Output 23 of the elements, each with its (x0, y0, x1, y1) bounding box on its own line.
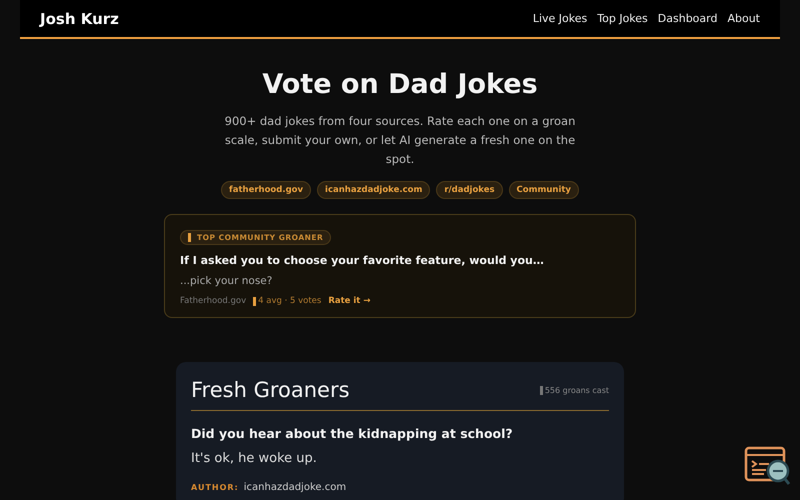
nav-link[interactable]: Live Jokes (532, 12, 588, 25)
vote-stats: 4 avg · 5 votes (253, 296, 322, 306)
groan-count: 556 groans cast (540, 386, 609, 394)
source-tag: icanhazdadjoke.com (317, 181, 430, 199)
section-title: Fresh Groaners (191, 378, 350, 402)
source-tag: Community (508, 181, 579, 199)
nav-link[interactable]: Dashboard (658, 12, 718, 25)
joke-setup: If I asked you to choose your favorite feature, would you… (180, 254, 545, 267)
joke-punchline: ...pick your nose? (180, 275, 274, 287)
site-title[interactable]: Josh Kurz (40, 10, 119, 28)
source-tag: fatherhood.gov (221, 181, 312, 199)
nav-link[interactable]: About (727, 12, 760, 25)
joke-source: Fatherhood.gov (180, 296, 246, 306)
page-title: Vote on Dad Jokes (262, 69, 538, 100)
source-tag: r/dadjokes (436, 181, 503, 199)
author-label: AUTHOR: (191, 483, 239, 492)
nav-link[interactable]: Top Jokes (597, 12, 648, 25)
rate-link[interactable]: Rate it → (328, 296, 370, 306)
joke-setup: Did you hear about the kidnapping at school? (191, 426, 514, 441)
subtitle: 900+ dad jokes from four sources. Rate each one on a groan scale, submit your own, or let AI generate a fresh one on the spot. (224, 113, 576, 168)
code-search-icon[interactable] (744, 444, 792, 488)
joke-punchline: It's ok, he woke up. (191, 451, 318, 466)
author-name: icanhazdadjoke.com (244, 482, 346, 493)
